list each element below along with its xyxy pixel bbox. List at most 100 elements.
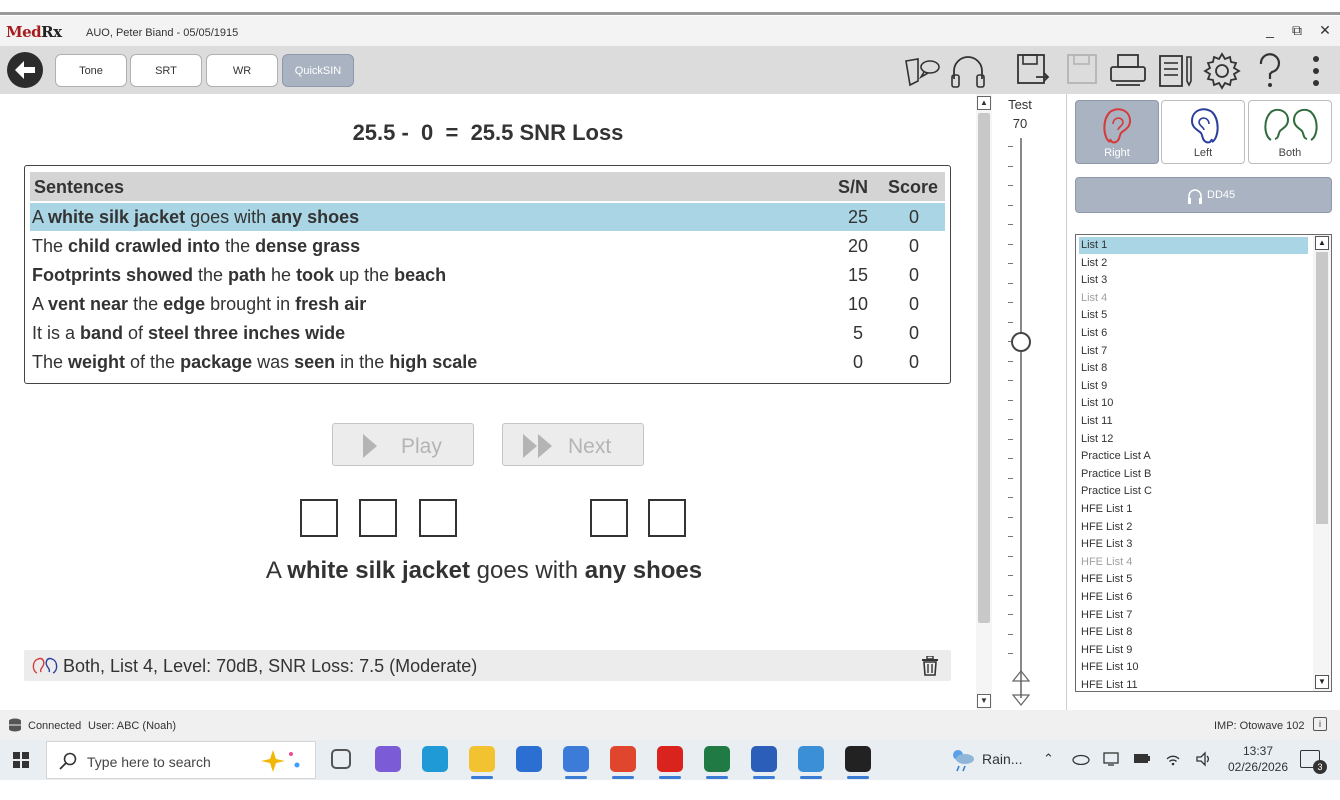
acrobat-icon[interactable] [657,746,683,772]
word-checkbox-5[interactable] [648,499,686,537]
restore-button[interactable]: ⧉ [1287,22,1307,39]
chrome-icon[interactable] [610,746,636,772]
taskbar-search[interactable]: Type here to search [46,741,316,779]
display-icon[interactable] [1103,751,1119,767]
level-slider-track[interactable] [1020,138,1022,698]
list-item[interactable]: List 6 [1079,325,1308,342]
task-view-icon[interactable] [331,749,351,769]
list-item[interactable]: List 9 [1079,378,1308,395]
tab-tone[interactable]: Tone [55,54,127,87]
list-item[interactable]: List 4 [1079,290,1308,307]
list-scroll-down-icon[interactable]: ▼ [1315,675,1329,689]
scroll-thumb[interactable] [978,113,990,623]
table-row[interactable]: The child crawled into the dense grass 20… [30,232,945,260]
globe-app-icon[interactable] [798,746,824,772]
score-value[interactable]: 0 [902,294,926,315]
tab-wr[interactable]: WR [206,54,278,87]
level-down-icon[interactable] [1012,694,1030,706]
chevron-up-icon[interactable]: ⌃ [1043,751,1054,767]
ear-left-button[interactable]: Left [1161,100,1245,164]
headphones-icon[interactable] [948,51,988,91]
edge-icon[interactable] [422,746,448,772]
play-button[interactable]: Play [332,423,474,466]
list-item[interactable]: HFE List 8 [1079,624,1308,641]
more-vertical-icon[interactable] [1296,51,1336,91]
word-checkbox-4[interactable] [590,499,628,537]
scroll-down-arrow-icon[interactable]: ▼ [977,694,991,708]
list-item[interactable]: HFE List 6 [1079,589,1308,606]
list-item[interactable]: HFE List 3 [1079,536,1308,553]
list-item[interactable]: List 2 [1079,255,1308,272]
tab-srt[interactable]: SRT [130,54,202,87]
app-installer-icon[interactable] [563,746,589,772]
help-icon[interactable] [1250,51,1290,91]
scroll-up-arrow-icon[interactable]: ▲ [977,96,991,110]
speech-icon[interactable] [900,51,940,91]
list-item[interactable]: HFE List 1 [1079,501,1308,518]
list-item[interactable]: HFE List 7 [1079,607,1308,624]
save-icon[interactable] [1014,51,1054,91]
cloud-icon[interactable] [1072,753,1090,765]
file-explorer-icon[interactable] [469,746,495,772]
list-item[interactable]: List 5 [1079,307,1308,324]
word-icon[interactable] [751,746,777,772]
list-item[interactable]: List 8 [1079,360,1308,377]
weather-widget[interactable]: Rain... [950,748,1022,775]
score-value[interactable]: 0 [902,265,926,286]
report-icon[interactable] [1156,51,1196,91]
notification-center-icon[interactable]: 3 [1300,750,1327,774]
list-item[interactable]: Practice List C [1079,483,1308,500]
excel-icon[interactable] [704,746,730,772]
trash-icon[interactable] [921,655,939,681]
list-item[interactable]: HFE List 5 [1079,571,1308,588]
score-value[interactable]: 0 [902,207,926,228]
result-row[interactable]: Both, List 4, Level: 70dB, SNR Loss: 7.5… [24,650,951,681]
next-button[interactable]: Next [502,423,644,466]
list-item[interactable]: List 7 [1079,343,1308,360]
print-icon[interactable] [1108,51,1148,91]
copilot-app-icon[interactable] [375,746,401,772]
list-item[interactable]: HFE List 2 [1079,519,1308,536]
word-checkbox-2[interactable] [359,499,397,537]
list-scroll-thumb[interactable] [1316,252,1328,524]
minimize-button[interactable]: _ [1260,22,1280,38]
list-item[interactable]: Practice List B [1079,466,1308,483]
windows-start-icon[interactable] [13,752,29,768]
level-slider-handle[interactable] [1011,332,1031,352]
list-item[interactable]: List 1 [1079,237,1308,254]
back-button[interactable] [7,52,43,88]
tab-quicksin[interactable]: QuickSIN [282,54,354,87]
volume-icon[interactable] [1196,751,1212,767]
table-row[interactable]: It is a band of steel three inches wide 5… [30,319,945,347]
list-item[interactable]: List 10 [1079,395,1308,412]
close-button[interactable]: ✕ [1315,22,1335,39]
list-item[interactable]: Practice List A [1079,448,1308,465]
score-value[interactable]: 0 [902,236,926,257]
list-scrollbar[interactable]: ▲ ▼ [1313,235,1331,691]
transducer-button[interactable]: DD45 [1075,177,1332,213]
table-row[interactable]: A vent near the edge brought in fresh ai… [30,290,945,318]
store-icon[interactable] [516,746,542,772]
battery-icon[interactable] [1133,753,1151,764]
list-item[interactable]: List 3 [1079,272,1308,289]
list-item[interactable]: HFE List 10 [1079,659,1308,676]
table-row[interactable]: A white silk jacket goes with any shoes 2… [30,203,945,231]
list-item[interactable]: HFE List 4 [1079,554,1308,571]
list-item[interactable]: HFE List 9 [1079,642,1308,659]
info-icon[interactable]: i [1313,717,1327,731]
list-item[interactable]: List 12 [1079,431,1308,448]
score-value[interactable]: 0 [902,323,926,344]
wifi-icon[interactable] [1165,751,1181,767]
word-checkbox-1[interactable] [300,499,338,537]
score-value[interactable]: 0 [902,352,926,373]
word-checkbox-3[interactable] [419,499,457,537]
list-selector[interactable]: List 1 List 2 List 3 List 4 List 5 List 6 List… [1075,234,1332,692]
list-scroll-up-icon[interactable]: ▲ [1315,236,1329,250]
main-scrollbar[interactable]: ▲ ▼ [976,94,992,710]
settings-icon[interactable] [1202,51,1242,91]
table-row[interactable]: Footprints showed the path he took up th… [30,261,945,289]
medrx-app-icon[interactable] [845,746,871,772]
level-up-icon[interactable] [1012,670,1030,682]
list-item[interactable]: List 11 [1079,413,1308,430]
list-item[interactable]: HFE List 11 [1079,677,1308,691]
